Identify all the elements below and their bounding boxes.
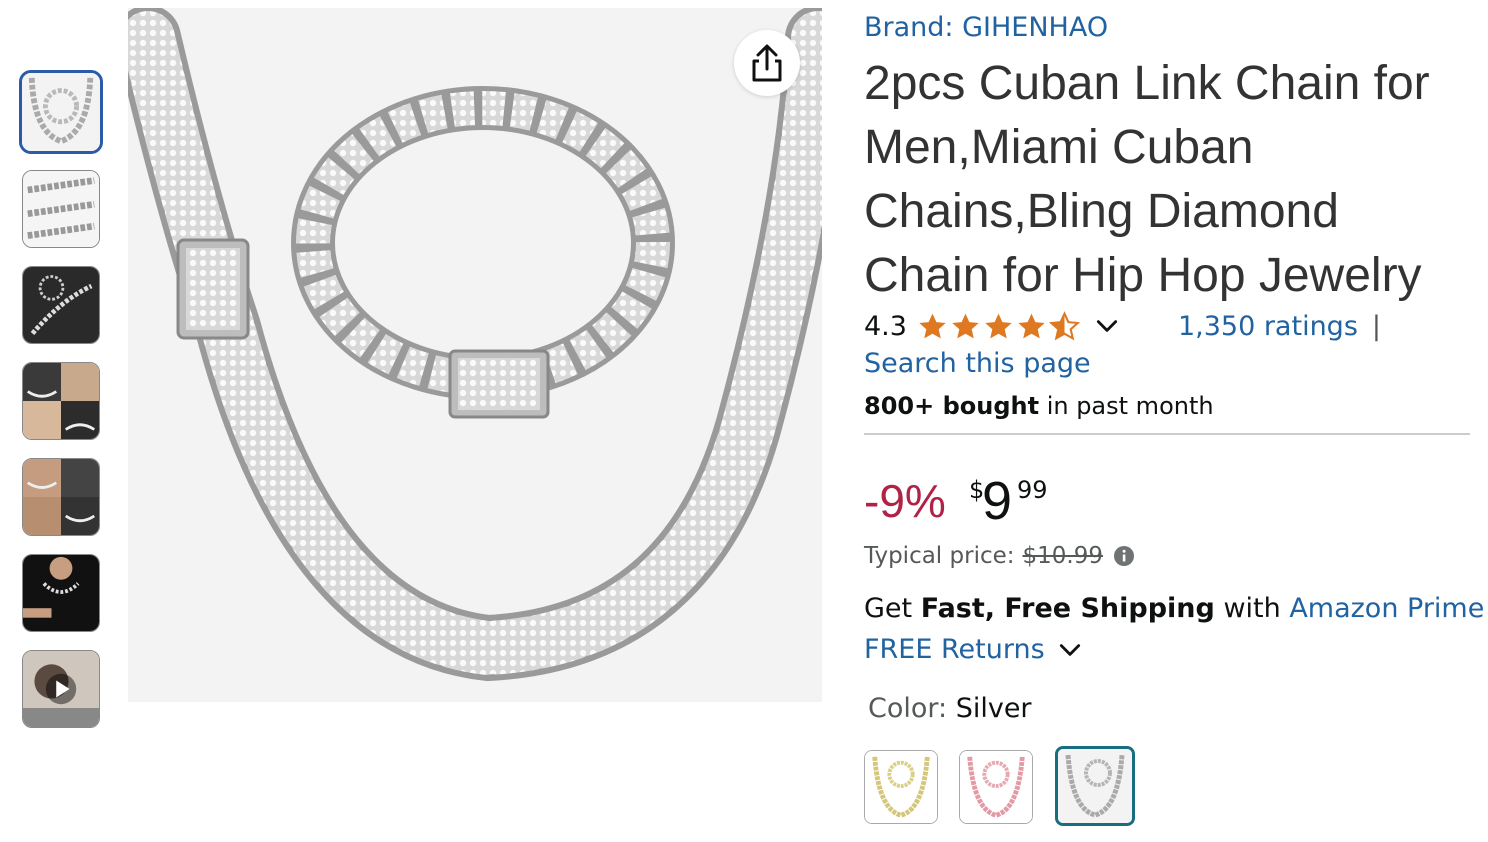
brand-link[interactable]: Brand: GIHENHAO	[864, 12, 1108, 43]
info-icon[interactable]	[1113, 545, 1135, 567]
price-fraction: 99	[1017, 476, 1048, 504]
divider	[864, 433, 1470, 435]
star-rating[interactable]	[917, 310, 1082, 342]
star-full-icon	[985, 313, 1012, 338]
star-full-icon	[1018, 313, 1045, 338]
shipping-bold: Fast, Free Shipping	[920, 593, 1215, 624]
chevron-down-icon	[1059, 643, 1080, 656]
color-selector-label: Color: Silver	[868, 693, 1032, 724]
share-button[interactable]	[734, 30, 800, 96]
chevron-down-icon[interactable]	[1094, 313, 1120, 339]
shipping-info: Get Fast, Free Shipping with Amazon Prim…	[864, 593, 1484, 624]
star-full-icon	[952, 313, 979, 338]
share-icon	[752, 44, 782, 82]
swatch-silver[interactable]	[1055, 746, 1135, 826]
color-label: Color:	[868, 693, 956, 724]
bought-period: in past month	[1039, 392, 1214, 420]
typical-price-value: $10.99	[1022, 543, 1103, 569]
thumbnail-video[interactable]	[22, 650, 100, 728]
typical-price: Typical price: $10.99	[864, 543, 1135, 569]
search-this-page-link[interactable]: Search this page	[864, 348, 1091, 379]
free-returns-label: FREE Returns	[864, 634, 1045, 665]
main-product-image[interactable]	[128, 8, 822, 702]
color-value: Silver	[955, 693, 1032, 724]
typical-price-label: Typical price:	[864, 543, 1015, 569]
star-half-icon	[1048, 310, 1080, 340]
rating-row: 4.3 1,350 ratings |	[864, 308, 1381, 344]
thumbnail-3[interactable]	[22, 266, 100, 344]
rating-value: 4.3	[864, 310, 907, 342]
separator: |	[1371, 310, 1381, 342]
shipping-middle: with	[1214, 593, 1290, 624]
bought-count: 800+ bought	[864, 392, 1040, 420]
thumbnail-6[interactable]	[22, 554, 100, 632]
product-title: 2pcs Cuban Link Chain for Men,Miami Cuba…	[864, 57, 1430, 302]
shipping-prefix: Get	[864, 593, 921, 624]
swatch-rose-gold[interactable]	[959, 750, 1033, 824]
bought-badge: 800+ bought in past month	[864, 392, 1214, 420]
thumbnail-5[interactable]	[22, 458, 100, 536]
thumbnail-2[interactable]	[22, 170, 100, 248]
thumbnail-1[interactable]	[19, 70, 103, 154]
star-full-icon	[919, 313, 946, 338]
discount-percent: -9%	[864, 475, 946, 527]
amazon-prime-link[interactable]: Amazon Prime	[1289, 593, 1484, 624]
ratings-count-link[interactable]: 1,350 ratings	[1178, 311, 1358, 342]
price-whole: 9	[982, 471, 1013, 531]
thumbnail-4[interactable]	[22, 362, 100, 440]
swatch-gold[interactable]	[864, 750, 938, 824]
free-returns-link[interactable]: FREE Returns	[864, 634, 1083, 665]
